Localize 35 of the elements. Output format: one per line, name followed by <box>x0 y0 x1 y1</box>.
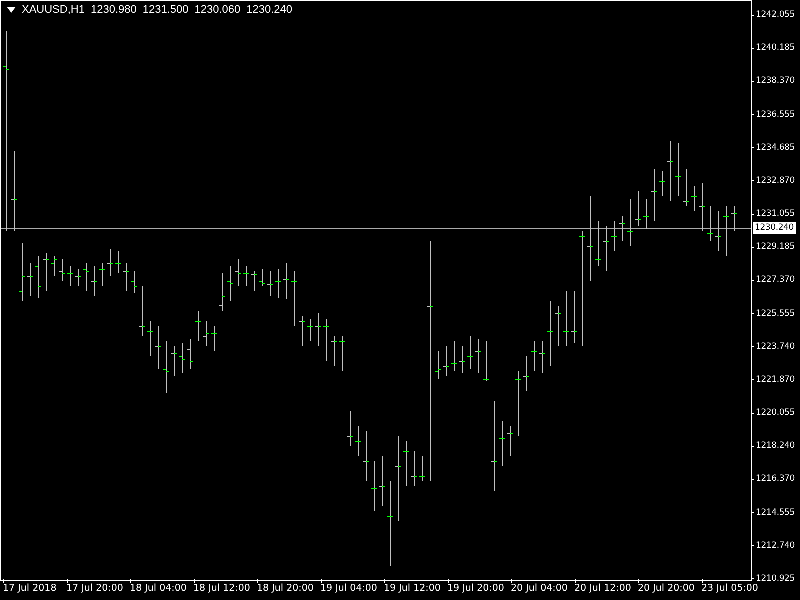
current-price-label: 1230.240 <box>753 222 796 234</box>
price-quote: 1230.980 <box>90 4 137 16</box>
price-axis-label: 1229.185 <box>752 241 800 254</box>
price-quote: 1230.060 <box>194 4 241 16</box>
time-axis-label: 18 Jul 04:00 <box>130 581 194 600</box>
chart-symbol: XAUUSD,H1 <box>22 4 85 16</box>
price-axis-label: 1242.055 <box>752 9 800 21</box>
price-quote: 1231.500 <box>142 4 189 16</box>
price-quote: 1230.240 <box>246 4 293 16</box>
price-axis-label: 1220.055 <box>752 407 800 420</box>
price-axis-label: 1231.055 <box>752 208 800 220</box>
time-axis-label: 20 Jul 04:00 <box>511 581 574 600</box>
time-axis-label: 18 Jul 12:00 <box>194 581 257 600</box>
time-axis-label: 19 Jul 12:00 <box>384 581 448 600</box>
price-axis-label: 1214.555 <box>752 506 800 519</box>
price-axis-label: 1225.555 <box>752 308 800 320</box>
time-axis-label: 20 Jul 12:00 <box>574 581 638 600</box>
price-axis-label: 1232.870 <box>752 174 800 187</box>
time-axis-label: 19 Jul 20:00 <box>448 581 511 600</box>
time-axis-label: 17 Jul 2018 <box>3 581 66 600</box>
time-axis-label: 20 Jul 20:00 <box>638 581 702 600</box>
price-axis-label: 1221.870 <box>752 374 800 386</box>
time-axis-label: 18 Jul 20:00 <box>257 581 320 600</box>
price-axis-label: 1234.685 <box>752 142 800 154</box>
price-axis-label: 1223.740 <box>752 340 800 353</box>
price-axis-label: 1240.185 <box>752 42 800 54</box>
dropdown-triangle-icon[interactable] <box>7 7 16 13</box>
price-axis-label: 1218.240 <box>752 440 800 452</box>
time-axis-label: 17 Jul 20:00 <box>66 581 130 600</box>
price-axis-label: 1238.370 <box>752 75 800 88</box>
time-axis-label: 19 Jul 04:00 <box>320 581 384 600</box>
price-axis-label: 1227.370 <box>752 274 800 286</box>
price-axis-label: 1212.740 <box>752 540 800 552</box>
price-axis-label: 1216.370 <box>752 473 800 486</box>
price-axis-label: 1236.555 <box>752 108 800 121</box>
